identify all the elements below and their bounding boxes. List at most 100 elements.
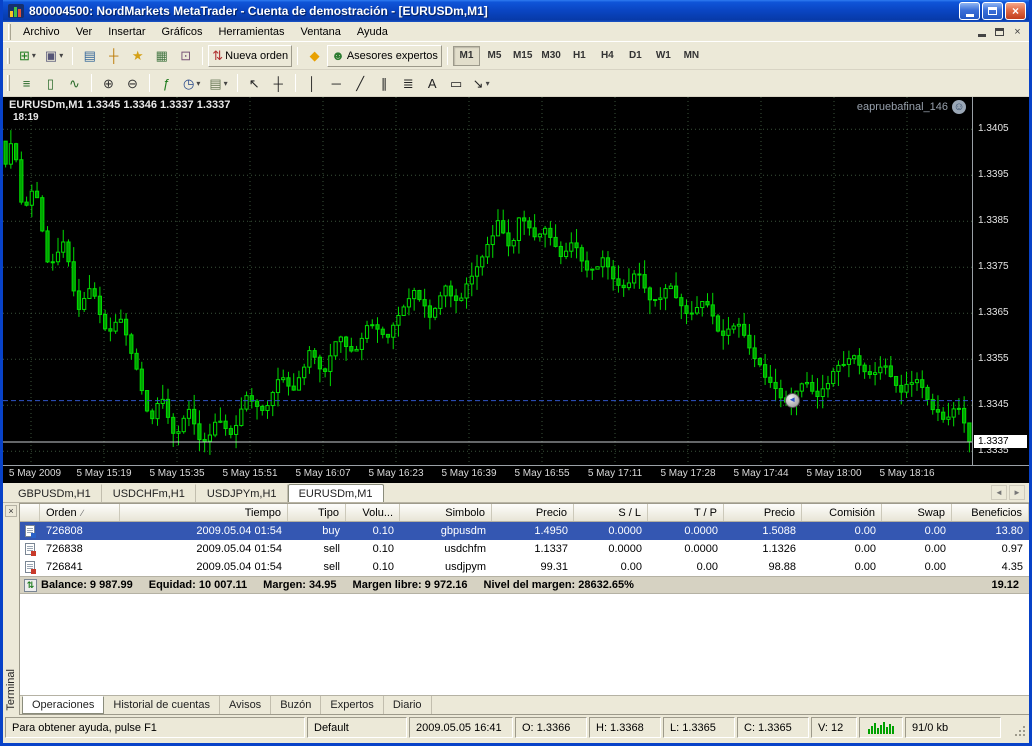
terminal-tab-avisos[interactable]: Avisos bbox=[220, 696, 271, 714]
table-row[interactable]: 7268082009.05.04 01:54buy0.10gbpusdm1.49… bbox=[20, 522, 1029, 540]
cursor-button[interactable]: ↖ bbox=[243, 72, 266, 94]
text-button[interactable]: A bbox=[421, 72, 444, 94]
timeframe-w1-button[interactable]: W1 bbox=[650, 46, 677, 66]
toolbar-grip[interactable] bbox=[7, 48, 10, 64]
menu-ver[interactable]: Ver bbox=[68, 24, 101, 40]
expert-advisors-button[interactable]: ☻Asesores expertos bbox=[327, 45, 442, 67]
terminal-body: Orden∕TiempoTipoVolu...SimboloPrecioS / … bbox=[19, 503, 1029, 715]
column-header-tiempo[interactable]: Tiempo bbox=[120, 504, 288, 521]
menu-ayuda[interactable]: Ayuda bbox=[349, 24, 396, 40]
terminal-close-button[interactable]: × bbox=[5, 505, 17, 517]
timeframe-h4-button[interactable]: H4 bbox=[594, 46, 621, 66]
line-chart-icon: ∿ bbox=[69, 77, 80, 90]
balance-item: Margen libre: 9 972.16 bbox=[353, 579, 468, 591]
indicators-button[interactable]: ƒ bbox=[155, 72, 178, 94]
new-chart-button[interactable]: ⊞▾ bbox=[15, 45, 40, 67]
order-marker-icon[interactable]: ◄ bbox=[785, 393, 800, 408]
column-header-precio[interactable]: Precio bbox=[492, 504, 574, 521]
terminal-tab-diario[interactable]: Diario bbox=[384, 696, 432, 714]
chart-tab-usdjpym-h1[interactable]: USDJPYm,H1 bbox=[196, 484, 288, 502]
mdi-restore-button[interactable] bbox=[991, 24, 1008, 39]
column-header-comisi-n[interactable]: Comisión bbox=[802, 504, 882, 521]
timeframe-d1-button[interactable]: D1 bbox=[622, 46, 649, 66]
column-header-s-l[interactable]: S / L bbox=[574, 504, 648, 521]
mdi-close-button[interactable]: × bbox=[1009, 24, 1026, 39]
candlestick-chart-button[interactable]: ▯ bbox=[39, 72, 62, 94]
column-header-orden[interactable]: Orden∕ bbox=[40, 504, 120, 521]
chart-tab-eurusdm-m1[interactable]: EURUSDm,M1 bbox=[288, 484, 384, 502]
fibonacci-retracement-button[interactable]: ≣ bbox=[397, 72, 420, 94]
table-row[interactable]: 7268412009.05.04 01:54sell0.10usdjpym99.… bbox=[20, 558, 1029, 576]
bar-chart-button[interactable]: ≡ bbox=[15, 72, 38, 94]
timeframe-m15-button[interactable]: M15 bbox=[509, 46, 536, 66]
cell-volu: 0.10 bbox=[346, 561, 400, 573]
menu-gr-ficos[interactable]: Gráficos bbox=[154, 24, 211, 40]
column-header-beneficios[interactable]: Beneficios bbox=[952, 504, 1029, 521]
cell-orden: 726838 bbox=[40, 543, 120, 555]
horizontal-line-button[interactable]: ─ bbox=[325, 72, 348, 94]
profiles-button[interactable]: ▣▾ bbox=[41, 45, 67, 67]
chart-tab-gbpusdm-h1[interactable]: GBPUSDm,H1 bbox=[7, 484, 102, 502]
timeframe-m5-button[interactable]: M5 bbox=[481, 46, 508, 66]
scroll-right-button[interactable]: ► bbox=[1009, 485, 1025, 500]
vertical-line-icon: │ bbox=[308, 77, 316, 90]
zoom-out-button[interactable]: ⊖ bbox=[121, 72, 144, 94]
menu-ventana[interactable]: Ventana bbox=[293, 24, 349, 40]
timeframe-m30-button[interactable]: M30 bbox=[537, 46, 564, 66]
bid-price-label: 1.3337 bbox=[974, 435, 1027, 448]
terminal-tab-historial-de-cuentas[interactable]: Historial de cuentas bbox=[104, 696, 220, 714]
mdi-minimize-button[interactable] bbox=[973, 24, 990, 39]
chart-tab-usdchfm-h1[interactable]: USDCHFm,H1 bbox=[102, 484, 196, 502]
vertical-line-button[interactable]: │ bbox=[301, 72, 324, 94]
menu-archivo[interactable]: Archivo bbox=[15, 24, 68, 40]
terminal-tab-expertos[interactable]: Expertos bbox=[321, 696, 383, 714]
restore-button[interactable] bbox=[982, 2, 1003, 20]
minimize-button[interactable] bbox=[959, 2, 980, 20]
terminal-tab-operaciones[interactable]: Operaciones bbox=[22, 696, 104, 714]
terminal-window-button[interactable]: ▦ bbox=[150, 45, 173, 67]
zoom-in-button[interactable]: ⊕ bbox=[97, 72, 120, 94]
arrows-button[interactable]: ↘▾ bbox=[469, 72, 494, 94]
timeframe-mn-button[interactable]: MN bbox=[678, 46, 705, 66]
strategy-tester-button[interactable]: ⊡ bbox=[174, 45, 197, 67]
order-type-icon-cell bbox=[20, 543, 40, 555]
ea-smiley-icon[interactable]: ☺ bbox=[952, 100, 966, 114]
market-watch-button[interactable]: ▤ bbox=[78, 45, 101, 67]
menu-herramientas[interactable]: Herramientas bbox=[210, 24, 292, 40]
periods-button[interactable]: ◷▾ bbox=[179, 72, 204, 94]
terminal-tab-buz-n[interactable]: Buzón bbox=[271, 696, 321, 714]
order-type-icon-cell bbox=[20, 561, 40, 573]
toolbar-grip[interactable] bbox=[7, 75, 10, 91]
navigator-button[interactable]: ┼ bbox=[102, 45, 125, 67]
templates-dropdown-icon: ▾ bbox=[224, 79, 228, 88]
line-chart-button[interactable]: ∿ bbox=[63, 72, 86, 94]
column-header-volu[interactable]: Volu... bbox=[346, 504, 400, 521]
text-label-button[interactable]: ▭ bbox=[445, 72, 468, 94]
status-open: O: 1.3366 bbox=[515, 717, 587, 738]
trendline-button[interactable]: ╱ bbox=[349, 72, 372, 94]
chart-plot[interactable]: EURUSDm,M1 1.3345 1.3346 1.3337 1.3337 1… bbox=[3, 97, 973, 465]
menu-insertar[interactable]: Insertar bbox=[100, 24, 153, 40]
crosshair-button[interactable]: ┼ bbox=[267, 72, 290, 94]
templates-button[interactable]: ▤▾ bbox=[205, 72, 231, 94]
timeframe-h1-button[interactable]: H1 bbox=[566, 46, 593, 66]
column-header-simbolo[interactable]: Simbolo bbox=[400, 504, 492, 521]
column-header-precio[interactable]: Precio bbox=[724, 504, 802, 521]
column-header-swap[interactable]: Swap bbox=[882, 504, 952, 521]
resize-grip-icon[interactable] bbox=[1012, 717, 1027, 738]
balance-item: Margen: 34.95 bbox=[263, 579, 336, 591]
close-button[interactable]: × bbox=[1005, 2, 1026, 20]
column-header-tipo[interactable]: Tipo bbox=[288, 504, 346, 521]
new-order-button[interactable]: ⇅Nueva orden bbox=[208, 45, 292, 67]
menubar-grip[interactable] bbox=[8, 24, 11, 40]
titlebar[interactable]: 800004500: NordMarkets MetaTrader - Cuen… bbox=[3, 0, 1029, 22]
cell-precio: 98.88 bbox=[724, 561, 802, 573]
equidistant-channel-button[interactable]: ∥ bbox=[373, 72, 396, 94]
column-header-t-p[interactable]: T / P bbox=[648, 504, 724, 521]
table-row[interactable]: 7268382009.05.04 01:54sell0.10usdchfm1.1… bbox=[20, 540, 1029, 558]
metaeditor-button[interactable]: ◆ bbox=[303, 45, 326, 67]
timeframe-m1-button[interactable]: M1 bbox=[453, 46, 480, 66]
orders-table: 7268082009.05.04 01:54buy0.10gbpusdm1.49… bbox=[20, 522, 1029, 576]
scroll-left-button[interactable]: ◄ bbox=[991, 485, 1007, 500]
favorites-button[interactable]: ★ bbox=[126, 45, 149, 67]
